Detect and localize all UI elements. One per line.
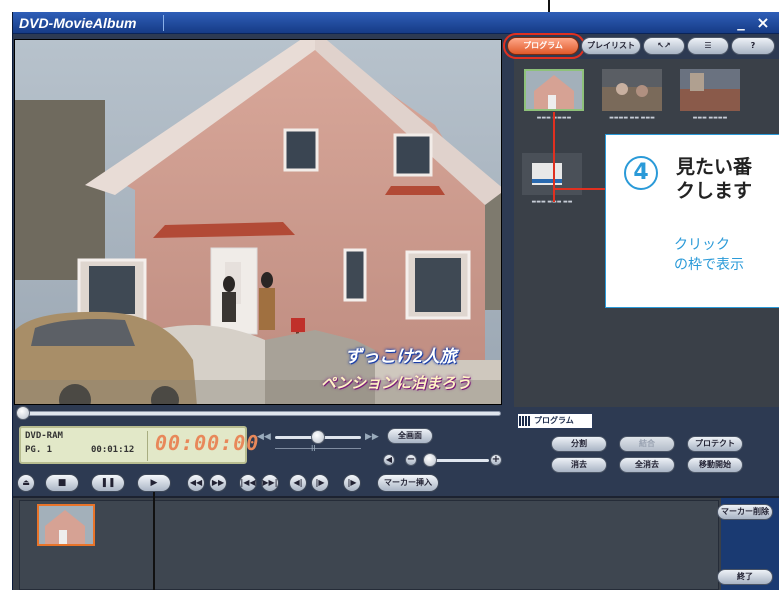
step-number: 4 — [624, 156, 658, 190]
seek-bar[interactable] — [21, 411, 501, 416]
rewind-icon[interactable]: ◀◀ — [187, 474, 205, 492]
thumbnail-label: ▬▬▬▬ ▬▬ ▬▬▬ — [609, 115, 655, 121]
time-counter: 00:00:00 — [155, 431, 260, 455]
pause-button[interactable]: ❚❚ — [91, 474, 125, 492]
delete-all-button[interactable]: 全消去 — [619, 457, 675, 473]
video-caption-line2: ペンションに泊まろう — [321, 375, 472, 392]
instruction-callout: 4 見たい番 クします クリック の枠で表示 — [605, 134, 779, 308]
volume-icon[interactable]: ◀ — [383, 454, 395, 466]
slow-play-icon[interactable]: |▶ — [343, 474, 361, 492]
delete-button[interactable]: 消去 — [551, 457, 607, 473]
program-thumbnail[interactable] — [602, 69, 662, 111]
volume-slider-knob[interactable] — [423, 453, 437, 467]
callout-line1: 見たい番 — [676, 156, 753, 178]
next-icon[interactable]: ▶▶| — [261, 474, 279, 492]
slow-speed-icon: ◀◀ — [257, 432, 271, 442]
close-button[interactable]: × — [753, 14, 773, 32]
previous-icon[interactable]: |◀◀ — [239, 474, 257, 492]
screenshot-root: DVD-MovieAlbum _ × ずっこけ2人旅 ペンションに泊まろう DV… — [0, 0, 779, 590]
program-thumbnail[interactable] — [680, 69, 740, 111]
callout-line2: クします — [676, 180, 753, 202]
callout-sub1: クリック — [674, 237, 730, 253]
tab-playlist[interactable]: プレイリスト — [581, 37, 641, 55]
program-tab-highlight — [503, 33, 585, 59]
filmstrip-icon — [519, 416, 531, 426]
insert-marker-button[interactable]: マーカー挿入 — [377, 474, 439, 492]
step-back-icon[interactable]: ◀| — [289, 474, 307, 492]
app-title: DVD-MovieAlbum — [19, 15, 137, 31]
volume-down-button[interactable]: − — [405, 454, 417, 466]
disc-type: DVD-RAM — [25, 431, 63, 441]
protect-button[interactable]: プロテクト — [687, 436, 743, 452]
program-length: 00:01:12 — [91, 445, 135, 455]
fast-forward-icon[interactable]: ▶▶ — [209, 474, 227, 492]
eject-icon[interactable]: ⏏ — [17, 474, 35, 492]
thumbnail-label: ▬▬▬ ▬▬▬▬ — [692, 115, 728, 121]
play-button[interactable]: ▶ — [137, 474, 171, 492]
annotation-connector-horizontal — [553, 188, 605, 190]
minimize-button[interactable]: _ — [732, 14, 750, 32]
step-forward-icon[interactable]: |▶ — [311, 474, 329, 492]
program-thumbnail[interactable] — [524, 69, 584, 111]
fast-speed-icon: ▶▶ — [365, 432, 379, 442]
video-player[interactable]: ずっこけ2人旅 ペンションに泊まろう — [14, 39, 502, 405]
annotation-line-bottom — [153, 492, 155, 590]
marker-strip-area — [19, 500, 719, 590]
split-button[interactable]: 分割 — [551, 436, 607, 452]
seek-knob[interactable] — [16, 406, 30, 420]
exit-button[interactable]: 終了 — [717, 569, 773, 585]
speed-normal-mark: II — [311, 444, 316, 453]
speed-scale — [275, 448, 361, 449]
stop-button[interactable]: ■ — [45, 474, 79, 492]
left-margin — [0, 0, 12, 590]
volume-up-button[interactable]: + — [490, 454, 502, 466]
video-caption-line1: ずっこけ2人旅 — [345, 347, 457, 366]
speed-slider-knob[interactable] — [311, 430, 325, 444]
callout-note: クリック の枠で表示 — [674, 235, 779, 275]
marker-thumbnail[interactable] — [37, 504, 95, 546]
info-panel: DVD-RAM PG. 1 00:01:12 00:00:00 — [19, 426, 258, 464]
fullscreen-button[interactable]: 全画面 — [387, 428, 433, 444]
tab-help-icon[interactable]: ? — [731, 37, 775, 55]
title-bar: DVD-MovieAlbum _ × — [13, 12, 779, 34]
top-margin — [12, 0, 779, 12]
info-divider — [147, 431, 148, 461]
tab-arrows-icon[interactable]: ↖↗ — [643, 37, 685, 55]
app-window: DVD-MovieAlbum _ × ずっこけ2人旅 ペンションに泊まろう DV… — [12, 12, 779, 590]
title-separator — [163, 15, 164, 31]
tab-menu-icon[interactable]: ☰ — [687, 37, 729, 55]
callout-sub2: の枠で表示 — [674, 257, 744, 273]
delete-marker-button[interactable]: マーカー削除 — [717, 504, 773, 520]
thumbnail-label: ▬▬▬ ▬▬▬ ▬▬ — [531, 199, 573, 205]
move-start-button[interactable]: 移動開始 — [687, 457, 743, 473]
program-number: PG. 1 — [25, 445, 53, 455]
callout-heading: 見たい番 クします — [676, 155, 779, 203]
merge-button[interactable]: 結合 — [619, 436, 675, 452]
